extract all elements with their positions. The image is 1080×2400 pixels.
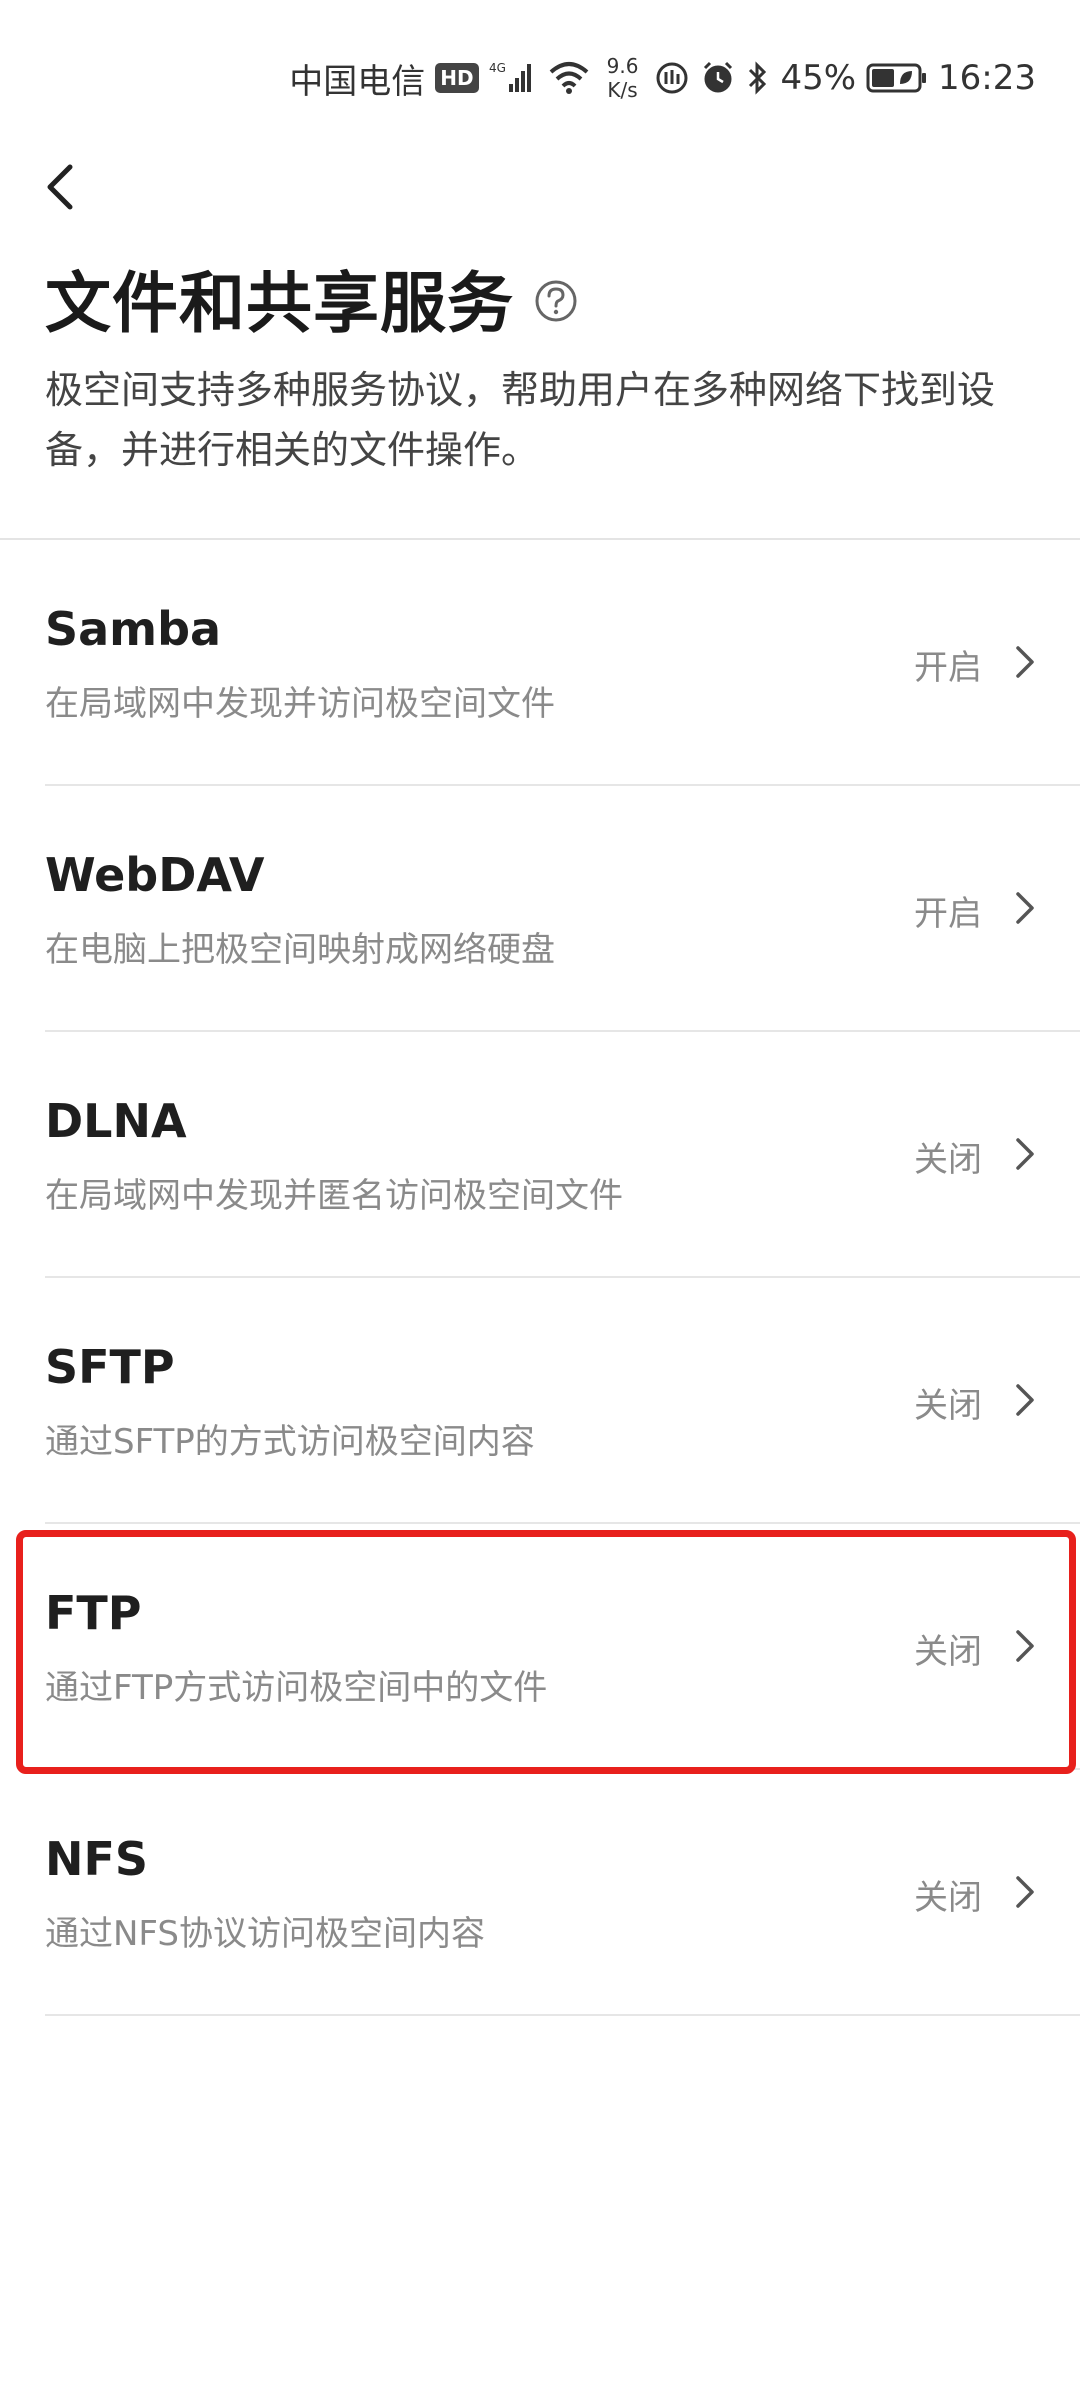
hd-badge: HD [435, 63, 479, 93]
service-status: 关闭 [914, 1878, 982, 1918]
service-description: 通过SFTP的方式访问极空间内容 [45, 1422, 535, 1462]
bluetooth-icon [746, 60, 770, 96]
network-speed: 9.6 K/s [607, 54, 639, 102]
service-description: 在电脑上把极空间映射成网络硬盘 [45, 930, 555, 970]
page-description: 极空间支持多种服务协议，帮助用户在多种网络下找到设备，并进行相关的文件操作。 [45, 368, 996, 472]
carrier-label: 中国电信 [289, 61, 426, 102]
service-list: Samba 在局域网中发现并访问极空间文件 开启 WebDAV 在电脑上把极空间… [0, 540, 1080, 2016]
speed-unit: K/s [607, 78, 638, 102]
service-name: Samba [45, 602, 222, 656]
page-title: 文件和共享服务 [45, 265, 514, 342]
clock: 16:23 [938, 58, 1036, 98]
wifi-icon [547, 60, 591, 96]
chevron-left-icon [47, 164, 73, 210]
chevron-right-icon [1016, 1384, 1034, 1416]
network-type-label: 4G [489, 61, 506, 75]
chevron-right-icon [1016, 1876, 1034, 1908]
alarm-icon [700, 60, 736, 96]
service-name: DLNA [45, 1094, 187, 1148]
service-status: 开启 [914, 894, 982, 934]
service-status: 关闭 [914, 1632, 982, 1672]
service-name: WebDAV [45, 848, 265, 902]
service-item-ftp[interactable]: FTP 通过FTP方式访问极空间中的文件 关闭 [0, 1524, 1080, 1770]
status-bar: 中国电信 HD 4G 9.6 K/s 45% 16:23 [289, 48, 1036, 108]
speed-value: 9.6 [606, 54, 639, 78]
battery-icon [866, 62, 928, 94]
service-item-samba[interactable]: Samba 在局域网中发现并访问极空间文件 开启 [0, 540, 1080, 786]
service-name: SFTP [45, 1340, 175, 1394]
row-divider [45, 2014, 1080, 2016]
service-description: 通过NFS协议访问极空间内容 [45, 1914, 485, 1954]
service-description: 通过FTP方式访问极空间中的文件 [45, 1668, 548, 1708]
service-description: 在局域网中发现并访问极空间文件 [45, 684, 555, 724]
title-row: 文件和共享服务 [45, 250, 578, 346]
service-item-sftp[interactable]: SFTP 通过SFTP的方式访问极空间内容 关闭 [0, 1278, 1080, 1524]
data-saver-icon [654, 60, 690, 96]
service-description: 在局域网中发现并匿名访问极空间文件 [45, 1176, 623, 1216]
question-circle-icon[interactable] [534, 279, 578, 323]
service-name: FTP [45, 1586, 142, 1640]
signal-icon: 4G [489, 60, 537, 96]
battery-percentage: 45% [780, 58, 857, 98]
chevron-right-icon [1016, 1630, 1034, 1662]
service-name: NFS [45, 1832, 149, 1886]
chevron-right-icon [1016, 1138, 1034, 1170]
back-button[interactable] [36, 155, 92, 219]
chevron-right-icon [1016, 892, 1034, 924]
service-item-webdav[interactable]: WebDAV 在电脑上把极空间映射成网络硬盘 开启 [0, 786, 1080, 1032]
service-status: 关闭 [914, 1140, 982, 1180]
service-status: 开启 [914, 648, 982, 688]
service-item-dlna[interactable]: DLNA 在局域网中发现并匿名访问极空间文件 关闭 [0, 1032, 1080, 1278]
service-item-nfs[interactable]: NFS 通过NFS协议访问极空间内容 关闭 [0, 1770, 1080, 2016]
service-status: 关闭 [914, 1386, 982, 1426]
chevron-right-icon [1016, 646, 1034, 678]
